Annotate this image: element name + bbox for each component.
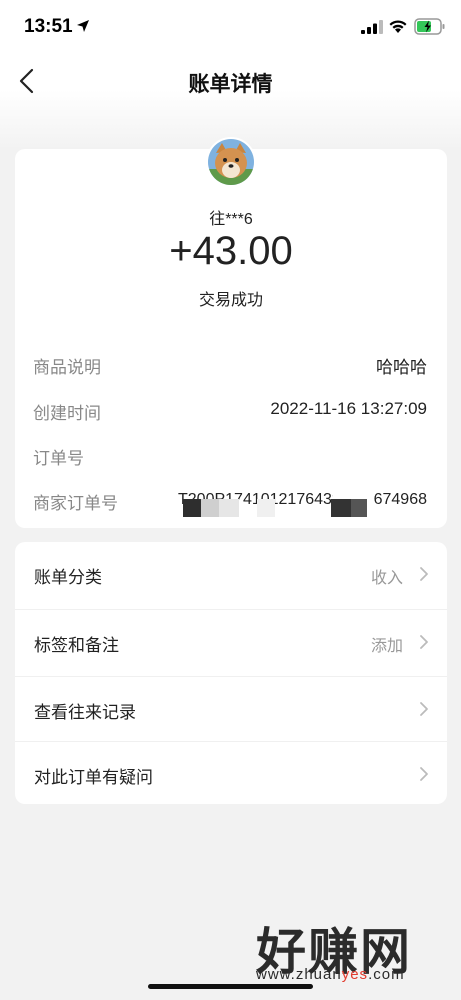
detail-label: 订单号 (33, 449, 84, 468)
watermark-url: www.zhuanyes.com (256, 966, 405, 983)
chevron-right-icon (420, 767, 428, 781)
menu-item-tags-notes[interactable]: 标签和备注 添加 (15, 609, 447, 674)
detail-value: 2022-11-16 13:27:09 (270, 399, 427, 418)
menu-label: 对此订单有疑问 (34, 768, 153, 787)
status-bar: 13:51 (0, 0, 461, 56)
status-time: 13:51 (24, 16, 73, 37)
shiba-dog-avatar-icon (208, 139, 254, 185)
detail-row-product: 商品说明 哈哈哈 (15, 351, 447, 377)
chevron-right-icon (420, 635, 428, 649)
detail-label: 商品说明 (33, 358, 101, 377)
payer-name: 往***6 (209, 211, 253, 228)
location-arrow-icon (77, 20, 89, 32)
nav-bar: 账单详情 (0, 56, 461, 106)
menu-label: 标签和备注 (34, 636, 119, 655)
menu-value: 添加 (370, 638, 403, 655)
chevron-right-icon (420, 702, 428, 716)
avatar[interactable] (206, 137, 256, 187)
watermark-url-highlight: yes (341, 966, 369, 983)
options-card: 账单分类 收入 标签和备注 添加 查看往来记录 对此订单有疑问 (15, 542, 447, 804)
menu-item-bill-category[interactable]: 账单分类 收入 (15, 542, 447, 607)
transaction-status: 交易成功 (198, 292, 263, 309)
transaction-amount: +43.00 (169, 229, 293, 273)
detail-row-order-number: 订单号 (15, 442, 447, 468)
watermark-url-prefix: www.zhuan (256, 966, 342, 983)
transaction-card: 往***6 +43.00 交易成功 商品说明 哈哈哈 创建时间 2022-11-… (15, 137, 447, 528)
home-indicator[interactable] (148, 984, 313, 989)
cellular-signal-icon (361, 20, 383, 34)
battery-charging-icon (414, 18, 445, 35)
detail-label: 创建时间 (33, 404, 101, 423)
menu-label: 账单分类 (34, 568, 102, 587)
menu-value: 收入 (370, 570, 403, 587)
menu-item-transaction-history[interactable]: 查看往来记录 (15, 676, 447, 741)
page-title: 账单详情 (188, 73, 273, 96)
detail-value: 哈哈哈 (376, 358, 427, 377)
chevron-right-icon (420, 567, 428, 581)
menu-item-order-question[interactable]: 对此订单有疑问 (15, 741, 447, 806)
wifi-icon (389, 20, 407, 33)
redaction-mosaic (183, 499, 383, 517)
detail-row-created-time: 创建时间 2022-11-16 13:27:09 (15, 397, 447, 423)
detail-label: 商家订单号 (33, 494, 118, 513)
menu-label: 查看往来记录 (34, 703, 136, 722)
watermark-url-suffix: .com (368, 966, 405, 983)
